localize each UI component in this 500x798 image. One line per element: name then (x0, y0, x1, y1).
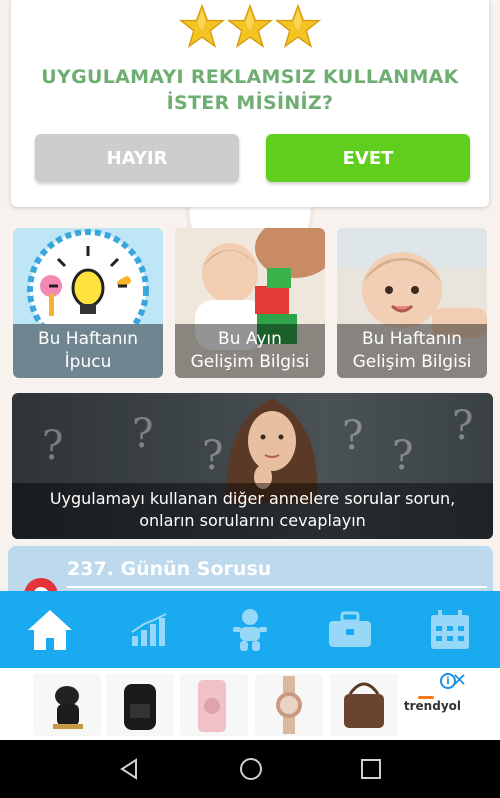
ad-product-watch[interactable] (255, 674, 323, 736)
star-icon[interactable] (179, 4, 225, 50)
home-icon (28, 609, 72, 650)
nav-stats[interactable] (100, 591, 200, 668)
tile-label: Bu Ayın Gelişim Bilgisi (175, 324, 325, 378)
tile-label: Bu Haftanın Gelişim Bilgisi (337, 324, 487, 378)
no-button[interactable]: HAYIR (35, 134, 239, 182)
tile-label-line1: Bu Haftanın (361, 329, 463, 349)
question-mark-decor: ? (392, 433, 414, 479)
tile-label-line2: İpucu (64, 352, 112, 372)
baby-icon (233, 608, 267, 651)
yes-button[interactable]: EVET (266, 134, 470, 182)
tile-label: Bu Haftanın İpucu (13, 324, 163, 378)
ad-banner[interactable]: i ✕ trendyol (0, 668, 500, 740)
question-mark-decor: ? (452, 403, 474, 449)
ad-product-teapot[interactable] (33, 674, 101, 736)
nav-bag[interactable] (300, 591, 400, 668)
question-mark-decor: ? (42, 423, 64, 469)
star-rating (11, 4, 489, 56)
tile-weekly-tip[interactable]: Bu Haftanın İpucu (13, 228, 163, 378)
bottom-navigation (0, 591, 500, 668)
tile-label-line1: Bu Ayın (218, 329, 282, 349)
chart-icon (131, 612, 167, 646)
tile-label-line2: Gelişim Bilgisi (190, 352, 310, 372)
banner-line-2: onların sorularını cevaplayın (139, 511, 366, 530)
nav-calendar[interactable] (400, 591, 500, 668)
rate-app-card: UYGULAMAYI REKLAMSIZ KULLANMAK İSTER MİS… (11, 0, 489, 207)
ad-free-question: UYGULAMAYI REKLAMSIZ KULLANMAK İSTER MİS… (11, 64, 489, 116)
briefcase-icon (329, 611, 371, 647)
nav-home[interactable] (0, 591, 100, 668)
ad-product-backpack[interactable] (106, 674, 174, 736)
tile-monthly-development[interactable]: Bu Ayın Gelişim Bilgisi (175, 228, 325, 378)
tile-label-line1: Bu Haftanın (37, 329, 139, 349)
tile-weekly-development[interactable]: Bu Haftanın Gelişim Bilgisi (337, 228, 487, 378)
ad-product-phone-case[interactable] (180, 674, 248, 736)
star-icon[interactable] (275, 4, 321, 50)
ad-product-bag[interactable] (330, 674, 398, 736)
system-navigation-bar (0, 740, 500, 798)
ask-mothers-banner[interactable]: ? ? ? ? ? ? Uygulamayı kullanan diğer an… (12, 393, 493, 539)
home-circle-icon[interactable] (238, 756, 264, 782)
question-mark-decor: ? (342, 413, 364, 459)
banner-text: Uygulamayı kullanan diğer annelere sorul… (12, 483, 493, 539)
ad-brand-name: trendyol (403, 699, 461, 713)
question-line-1: UYGULAMAYI REKLAMSIZ KULLANMAK (41, 66, 459, 88)
title-divider (67, 586, 487, 588)
tile-label-line2: Gelişim Bilgisi (352, 352, 472, 372)
back-icon[interactable] (118, 757, 142, 781)
question-line-2: İSTER MİSİNİZ? (166, 92, 334, 114)
nav-baby[interactable] (200, 591, 300, 668)
close-icon[interactable]: ✕ (452, 670, 467, 691)
question-mark-decor: ? (132, 411, 154, 457)
day-question-title: 237. Günün Sorusu (67, 558, 272, 580)
calendar-icon (431, 609, 469, 649)
star-icon[interactable] (227, 4, 273, 50)
recents-icon[interactable] (360, 758, 382, 780)
lightbulb-icon (27, 229, 149, 351)
banner-line-1: Uygulamayı kullanan diğer annelere sorul… (49, 489, 456, 508)
